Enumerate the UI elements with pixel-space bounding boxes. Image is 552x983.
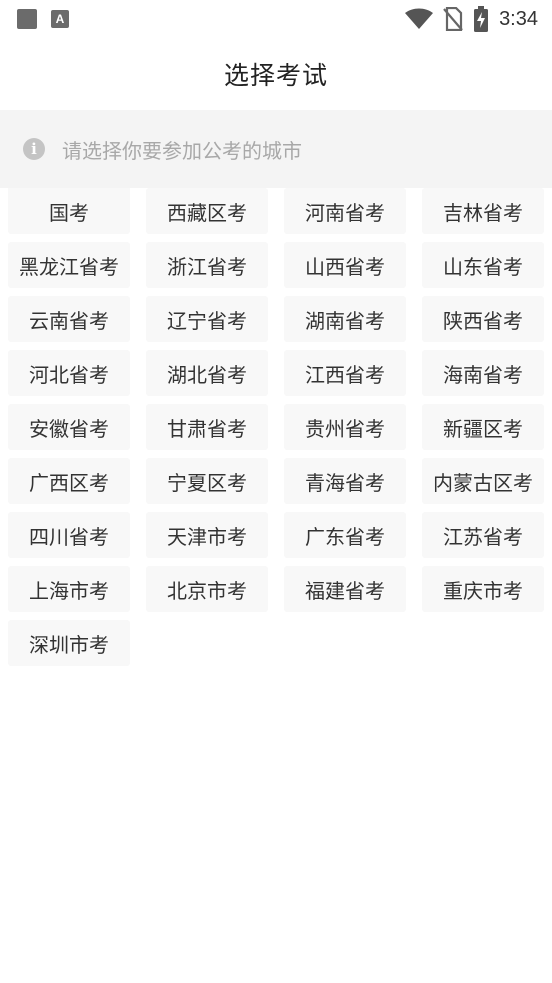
exam-option[interactable]: 北京市考 [146,566,268,612]
exam-option[interactable]: 甘肃省考 [146,404,268,450]
exam-option[interactable]: 云南省考 [8,296,130,342]
exam-option[interactable]: 安徽省考 [8,404,130,450]
battery-charging-icon [474,6,489,32]
exam-option[interactable]: 宁夏区考 [146,458,268,504]
exam-option[interactable]: 天津市考 [146,512,268,558]
status-right: 3:34 [405,6,538,32]
exam-option[interactable]: 黑龙江省考 [8,242,130,288]
no-sim-icon [443,7,463,31]
exam-option[interactable]: 内蒙古区考 [422,458,544,504]
hint-bar: i 请选择你要参加公考的城市 [0,110,552,188]
exam-option[interactable]: 浙江省考 [146,242,268,288]
exam-option[interactable]: 上海市考 [8,566,130,612]
exam-option[interactable]: 河南省考 [284,188,406,234]
exam-option[interactable]: 贵州省考 [284,404,406,450]
exam-option[interactable]: 江苏省考 [422,512,544,558]
exam-option[interactable]: 河北省考 [8,350,130,396]
hint-text: 请选择你要参加公考的城市 [62,138,302,163]
status-bar: A 3:34 [0,0,552,38]
app-square-icon [17,9,37,29]
exam-option[interactable]: 山东省考 [422,242,544,288]
page-title: 选择考试 [223,61,328,90]
exam-option[interactable]: 湖北省考 [146,350,268,396]
exam-option[interactable]: 广东省考 [284,512,406,558]
exam-option[interactable]: 湖南省考 [284,296,406,342]
exam-option[interactable]: 吉林省考 [422,188,544,234]
exam-option[interactable]: 江西省考 [284,350,406,396]
title-bar: 选择考试 [0,38,552,110]
exam-grid: 国考 西藏区考 河南省考 吉林省考 黑龙江省考 浙江省考 山西省考 山东省考 云南省考 辽宁省考湖… [0,188,552,666]
exam-option[interactable]: 四川省考 [8,512,130,558]
exam-option[interactable]: 福建省考 [284,566,406,612]
exam-option[interactable]: 山西省考 [284,242,406,288]
exam-option[interactable]: 广西区考 [8,458,130,504]
exam-option[interactable]: 陕西省考 [422,296,544,342]
exam-option[interactable]: 新疆区考 [422,404,544,450]
exam-option[interactable]: 国考 [8,188,130,234]
status-time: 3:34 [499,7,538,30]
exam-option[interactable]: 海南省考 [422,350,544,396]
exam-option[interactable]: 青海省考 [284,458,406,504]
info-icon: i [23,138,45,160]
status-left: A [17,9,69,29]
exam-option[interactable]: 深圳市考 [8,620,130,666]
wifi-icon [405,8,434,29]
exam-option[interactable]: 辽宁省考 [146,296,268,342]
exam-option[interactable]: 重庆市考 [422,566,544,612]
keyboard-a-icon: A [51,10,69,28]
exam-option[interactable]: 西藏区考 [146,188,268,234]
